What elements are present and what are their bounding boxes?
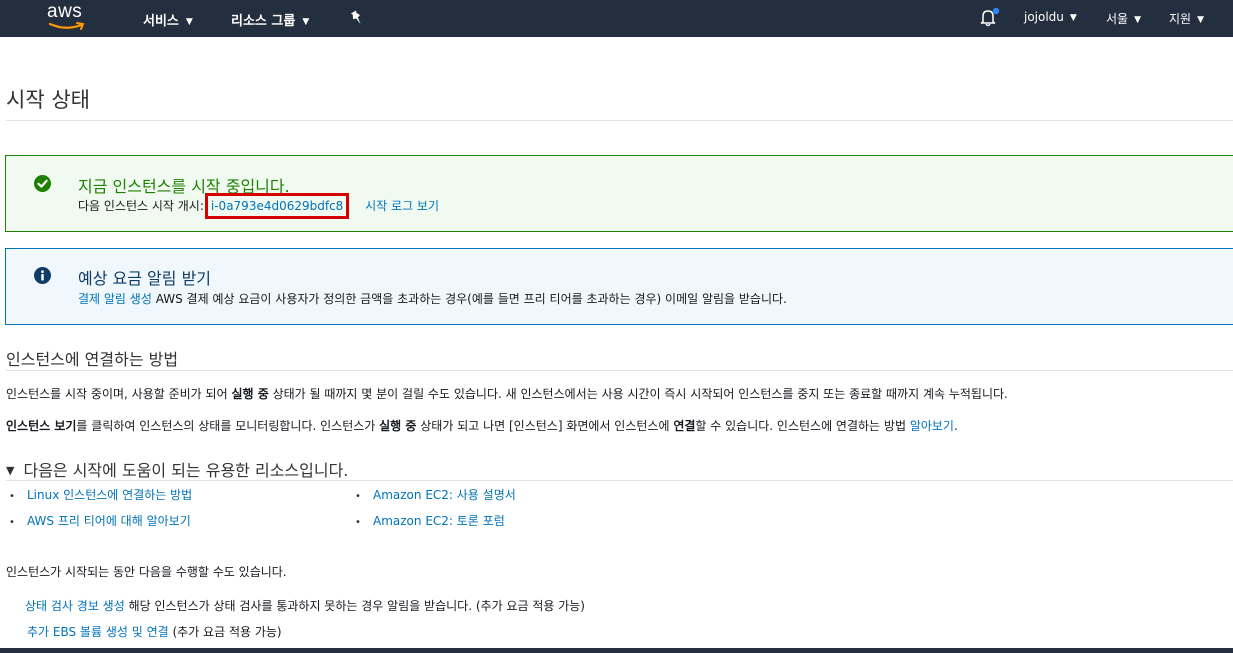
connect-heading: 인스턴스에 연결하는 방법 xyxy=(6,350,179,369)
resource-list-item: • Amazon EC2: 사용 설명서 xyxy=(355,486,516,503)
ec2-user-guide-link[interactable]: Amazon EC2: 사용 설명서 xyxy=(373,488,516,502)
linux-connect-link[interactable]: Linux 인스턴스에 연결하는 방법 xyxy=(27,488,192,502)
p1-text-a: 인스턴스를 시작 중이며, 사용할 준비가 되어 xyxy=(6,387,232,401)
billing-title: 예상 요금 알림 받기 xyxy=(78,269,212,288)
resources-title: 다음은 시작에 도움이 되는 유용한 리소스입니다. xyxy=(23,461,349,480)
learn-more-link[interactable]: 알아보기 xyxy=(910,419,954,433)
create-billing-alert-link[interactable]: 결제 알림 생성 xyxy=(78,292,152,306)
support-menu[interactable]: 지원 ▼ xyxy=(1169,10,1204,27)
region-label: 서울 xyxy=(1106,12,1129,26)
p2-text-a: 를 클릭하여 인스턴스의 상태를 모니터링합니다. 인스턴스가 xyxy=(76,419,380,433)
billing-alert-info: 예상 요금 알림 받기 결제 알림 생성 AWS 결제 예상 요금이 사용자가 … xyxy=(5,248,1233,325)
connect-paragraph-2: 인스턴스 보기를 클릭하여 인스턴스의 상태를 모니터링합니다. 인스턴스가 실… xyxy=(6,417,958,434)
info-icon xyxy=(34,267,51,284)
title-divider xyxy=(6,120,1233,121)
status-check-alarm-item: 상태 검사 경보 생성 해당 인스턴스가 상태 검사를 통과하지 못하는 경우 … xyxy=(25,597,585,614)
aws-logo-text: aws xyxy=(47,1,83,22)
bell-icon[interactable] xyxy=(978,7,1000,29)
while-launching-intro: 인스턴스가 시작되는 동안 다음을 수행할 수도 있습니다. xyxy=(6,565,287,579)
p2-text-b: 상태가 되고 나면 [인스턴스] 화면에서 인스턴스에 xyxy=(416,419,674,433)
ebs-volume-text: (추가 요금 적용 가능) xyxy=(168,625,282,639)
resource-groups-menu[interactable]: 리소스 그룹 ▼ xyxy=(231,10,309,29)
services-label: 서비스 xyxy=(143,14,179,29)
chevron-down-icon: ▼ xyxy=(185,17,193,27)
billing-description: 결제 알림 생성 AWS 결제 예상 요금이 사용자가 정의한 금액을 초과하는… xyxy=(78,290,787,307)
ebs-volume-item: 추가 EBS 볼륨 생성 및 연결 (추가 요금 적용 가능) xyxy=(27,623,282,640)
page-title: 시작 상태 xyxy=(6,88,90,112)
resource-list-item: • Linux 인스턴스에 연결하는 방법 xyxy=(9,486,192,503)
p2-running-bold: 실행 중 xyxy=(379,419,417,433)
free-tier-link[interactable]: AWS 프리 티어에 대해 알아보기 xyxy=(27,514,191,528)
support-label: 지원 xyxy=(1169,12,1192,26)
p2-text-c: 할 수 있습니다. 인스턴스에 연결하는 방법 xyxy=(695,419,910,433)
launch-success-alert: 지금 인스턴스를 시작 중입니다. 다음 인스턴스 시작 개시: i-0a793e… xyxy=(5,155,1233,232)
chevron-down-icon: ▼ xyxy=(302,17,310,27)
caret-down-icon: ▼ xyxy=(6,464,15,477)
aws-smile-icon xyxy=(48,22,85,30)
resource-list-item: • AWS 프리 티어에 대해 알아보기 xyxy=(9,512,191,529)
resource-list-item: • Amazon EC2: 토론 포럼 xyxy=(355,512,505,529)
region-menu[interactable]: 서울 ▼ xyxy=(1106,10,1141,27)
launch-prefix: 다음 인스턴스 시작 개시: xyxy=(78,199,204,213)
bottom-bar xyxy=(0,648,1233,653)
launch-info: 다음 인스턴스 시작 개시: i-0a793e4d0629bdfc8 시작 로그 … xyxy=(78,193,439,219)
ec2-forum-link[interactable]: Amazon EC2: 토론 포럼 xyxy=(373,514,505,528)
p2-view-instances-bold: 인스턴스 보기 xyxy=(6,419,77,433)
billing-text: AWS 결제 예상 요금이 사용자가 정의한 금액을 초과하는 경우(예를 들면… xyxy=(155,292,787,306)
chevron-down-icon: ▼ xyxy=(1197,15,1205,25)
success-check-icon xyxy=(34,175,51,192)
create-status-check-alarm-link[interactable]: 상태 검사 경보 생성 xyxy=(25,599,125,613)
view-launch-log-link[interactable]: 시작 로그 보기 xyxy=(365,199,439,213)
services-menu[interactable]: 서비스 ▼ xyxy=(143,10,193,29)
chevron-down-icon: ▼ xyxy=(1134,15,1142,25)
instance-id-highlight: i-0a793e4d0629bdfc8 xyxy=(204,193,350,219)
aws-logo[interactable]: aws xyxy=(46,1,94,34)
instance-id-link[interactable]: i-0a793e4d0629bdfc8 xyxy=(211,199,343,213)
chevron-down-icon: ▼ xyxy=(1069,13,1077,23)
top-navigation-bar: aws 서비스 ▼ 리소스 그룹 ▼ jojoldu ▼ 서울 ▼ 지원 ▼ xyxy=(0,0,1233,37)
p1-running-bold: 실행 중 xyxy=(231,387,269,401)
connect-paragraph-1: 인스턴스를 시작 중이며, 사용할 준비가 되어 실행 중 상태가 될 때까지 … xyxy=(6,385,1008,402)
status-check-text: 해당 인스턴스가 상태 검사를 통과하지 못하는 경우 알림을 받습니다. (추… xyxy=(124,599,585,613)
user-menu[interactable]: jojoldu ▼ xyxy=(1024,10,1077,24)
bullet-icon: • xyxy=(9,491,15,502)
user-label: jojoldu xyxy=(1024,10,1064,24)
resource-groups-label: 리소스 그룹 xyxy=(231,14,296,29)
pin-icon[interactable] xyxy=(349,10,365,26)
resources-toggle[interactable]: ▼ 다음은 시작에 도움이 되는 유용한 리소스입니다. xyxy=(6,457,348,481)
bullet-icon: • xyxy=(355,491,361,502)
p2-period: . xyxy=(953,419,958,433)
bullet-icon: • xyxy=(9,517,15,528)
p2-connect-bold: 연결 xyxy=(673,419,696,433)
resources-divider xyxy=(6,480,1233,481)
create-ebs-volume-link[interactable]: 추가 EBS 볼륨 생성 및 연결 xyxy=(27,625,169,639)
p1-text-b: 상태가 될 때까지 몇 분이 걸릴 수도 있습니다. 새 인스턴스에서는 사용 … xyxy=(268,387,1008,401)
bullet-icon: • xyxy=(355,517,361,528)
connect-divider xyxy=(6,370,1233,371)
